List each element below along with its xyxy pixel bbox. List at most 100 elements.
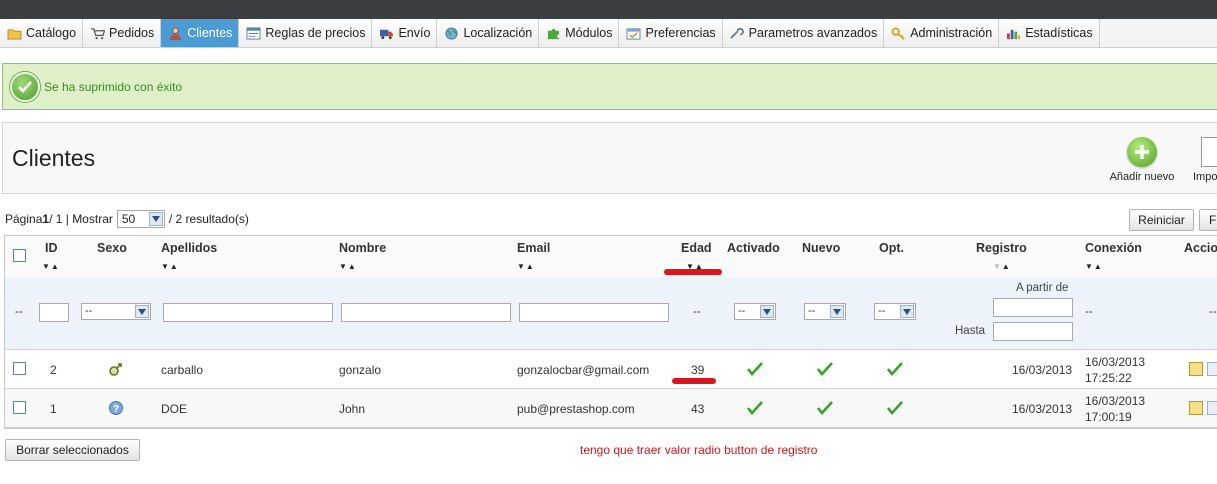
chevron-down-icon (760, 305, 774, 318)
check-icon[interactable] (886, 362, 903, 379)
cart-icon (89, 26, 105, 40)
wrench-icon (729, 26, 745, 40)
filter-email-input[interactable] (519, 303, 669, 322)
table-row[interactable]: 1 ? DOE John pub@prestashop.com 43 16/03… (5, 389, 1217, 428)
tab-envio[interactable]: Envío (372, 19, 438, 47)
success-message: Se ha suprimido con éxito (44, 79, 183, 94)
col-actions: Accio (1184, 241, 1217, 255)
tab-pedidos[interactable]: Pedidos (83, 19, 162, 47)
cell-email: gonzalocbar@gmail.com (517, 363, 650, 377)
import-button[interactable]: Impor (1193, 137, 1217, 183)
filter-firstname-input[interactable] (341, 303, 511, 322)
col-optin: Opt. (879, 241, 904, 255)
select-value: -- (808, 305, 816, 317)
tab-label: Módulos (565, 26, 613, 40)
tab-reglas-de-precios[interactable]: Reglas de precios (239, 19, 373, 47)
cell-lastname: DOE (161, 402, 188, 416)
cell-registered: 16/03/2013 (1012, 402, 1073, 416)
page-header: Clientes Añadir nuevo Impor (2, 122, 1217, 194)
tab-modulos[interactable]: Módulos (539, 19, 620, 47)
cell-firstname: John (339, 402, 366, 416)
col-lastname: Apellidos (161, 241, 218, 255)
sort-id[interactable]: ▼▲ (42, 262, 60, 271)
row-checkbox[interactable] (13, 401, 26, 414)
view-icon[interactable] (1207, 362, 1217, 376)
annotation-underline (672, 378, 716, 384)
sort-connection[interactable]: ▼▲ (1085, 262, 1103, 271)
tab-catalogo[interactable]: Catálogo (0, 19, 84, 47)
select-all-checkbox[interactable] (13, 249, 26, 262)
edit-icon[interactable] (1189, 401, 1203, 415)
annotation-note: tengo que traer valor radio button de re… (580, 443, 818, 457)
tab-label: Administración (910, 26, 993, 40)
filter-new-select[interactable]: -- (804, 303, 846, 320)
per-page-select[interactable]: 50 (116, 210, 165, 228)
filter-actions-placeholder: -- (1209, 306, 1217, 318)
col-email: Email (517, 241, 551, 255)
filter-lastname-input[interactable] (163, 303, 333, 322)
puzzle-icon (545, 26, 561, 40)
filter-sex-select[interactable]: -- (81, 303, 151, 320)
customers-table: ID ▼▲ Sexo Apellidos ▼▲ Nombre ▼▲ Email … (4, 235, 1217, 429)
tab-label: Preferencias (645, 26, 716, 40)
col-registered: Registro (976, 241, 1027, 255)
globe-icon (443, 26, 459, 40)
filter-id-input[interactable] (39, 303, 69, 322)
filter-from-label: A partir de (1016, 282, 1069, 294)
col-age: Edad (681, 241, 712, 255)
check-icon[interactable] (886, 401, 903, 418)
unknown-gender-icon: ? (108, 400, 124, 419)
tab-localizacion[interactable]: Localización (437, 19, 540, 47)
filter-active-select[interactable]: -- (734, 303, 776, 320)
tab-label: Pedidos (109, 26, 155, 40)
tab-label: Localización (463, 26, 533, 40)
reset-label: Reiniciar (1138, 213, 1185, 227)
cell-age: 39 (691, 363, 705, 377)
tab-administracion[interactable]: Administración (884, 19, 1000, 47)
cell-id: 2 (50, 363, 57, 377)
filter-registered-to-input[interactable] (993, 322, 1073, 341)
tab-label: Envío (398, 26, 431, 40)
sort-lastname[interactable]: ▼▲ (161, 262, 179, 271)
filter-placeholder: -- (15, 306, 23, 318)
sort-email[interactable]: ▼▲ (517, 262, 535, 271)
cell-id: 1 (50, 402, 57, 416)
cell-age: 43 (691, 402, 705, 416)
tab-estadisticas[interactable]: Estadísticas (999, 19, 1100, 47)
sort-registered[interactable]: ▼▲ (993, 262, 1011, 271)
col-new: Nuevo (802, 241, 841, 255)
cell-registered: 16/03/2013 (1012, 363, 1073, 377)
add-new-button[interactable]: Añadir nuevo (1105, 137, 1179, 183)
plus-icon (1127, 137, 1157, 167)
success-check-icon (10, 71, 40, 102)
tab-preferencias[interactable]: Preferencias (619, 19, 723, 47)
bulk-delete-button[interactable]: Borrar seleccionados (5, 439, 140, 461)
main-nav-tabs: Catálogo Pedidos Clientes Reglas de prec… (0, 19, 1217, 48)
tab-label: Estadísticas (1025, 26, 1093, 40)
page-of: / 1 | Mostrar (49, 212, 113, 226)
sort-firstname[interactable]: ▼▲ (339, 262, 357, 271)
tab-clientes[interactable]: Clientes (161, 19, 240, 47)
table-row[interactable]: 2 carballo gonzalo gonzalocbar@gmail.com… (5, 350, 1217, 389)
price-rules-icon (245, 26, 261, 40)
tab-label: Catálogo (26, 26, 77, 40)
reset-button[interactable]: Reiniciar (1129, 209, 1194, 231)
chevron-down-icon (830, 305, 844, 318)
filter-registered-from-input[interactable] (993, 298, 1073, 317)
edit-icon[interactable] (1189, 362, 1203, 376)
select-value: -- (878, 305, 886, 317)
filter-button[interactable]: Fi (1199, 209, 1217, 231)
check-icon[interactable] (746, 401, 763, 418)
row-checkbox[interactable] (13, 362, 26, 375)
cell-connection-time: 17:25:22 (1085, 371, 1132, 385)
import-icon (1201, 137, 1217, 167)
check-icon[interactable] (746, 362, 763, 379)
check-icon[interactable] (816, 401, 833, 418)
check-icon[interactable] (816, 362, 833, 379)
filter-optin-select[interactable]: -- (874, 303, 916, 320)
view-icon[interactable] (1207, 401, 1217, 415)
tab-parametros-avanzados[interactable]: Parametros avanzados (722, 19, 885, 47)
filter-connection-placeholder: -- (1085, 306, 1093, 318)
tab-label: Clientes (187, 26, 233, 40)
filter-age-placeholder: -- (693, 306, 701, 318)
